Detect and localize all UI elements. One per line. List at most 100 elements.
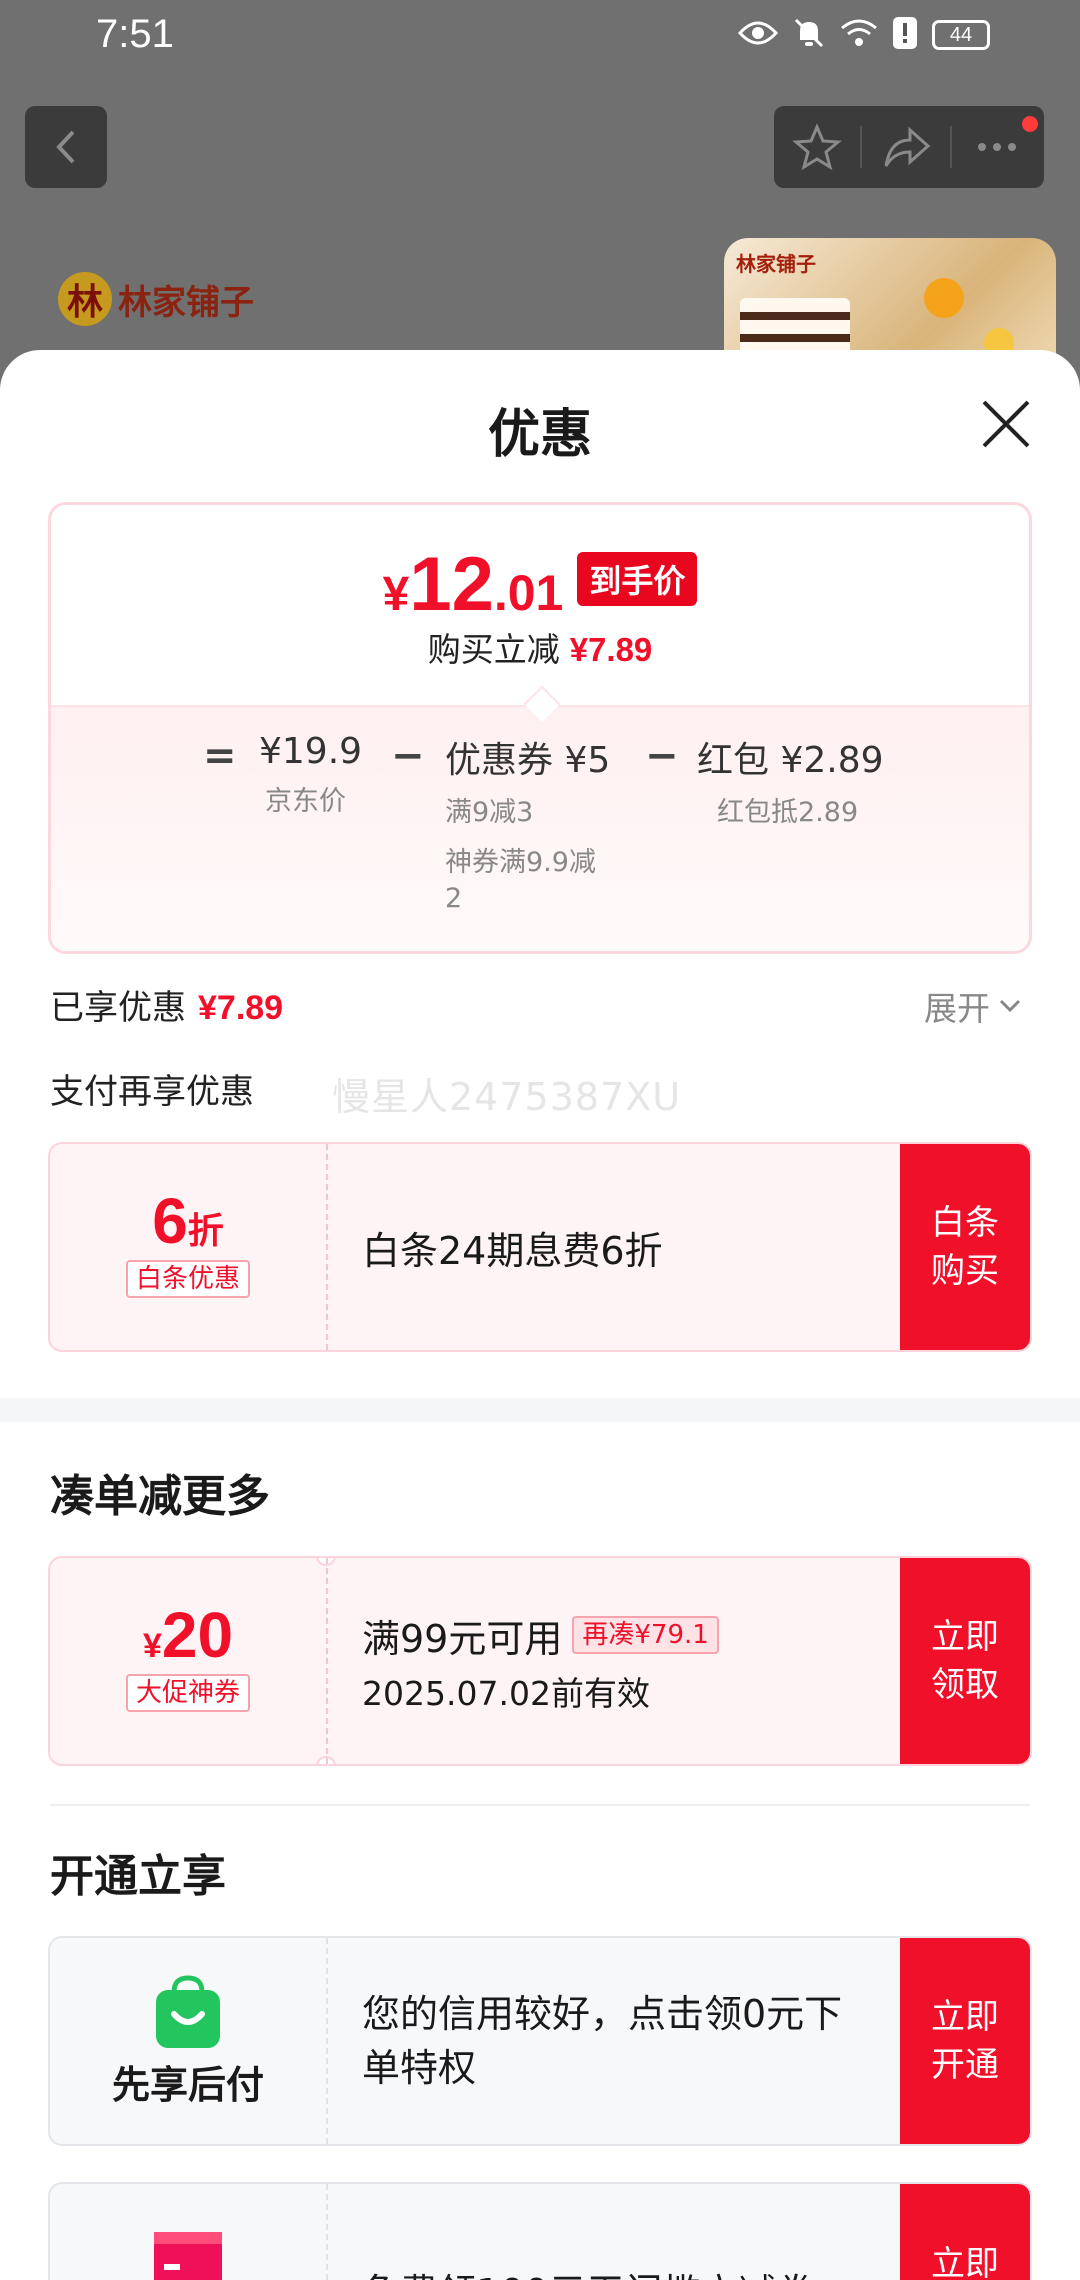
section-title-more: 凑单减更多 [50, 1471, 270, 1522]
discount-bottom-sheet: 优惠 ¥ 12 .01 到手价 购买立减 ¥7.89 = ¥19.9 京东价 − … [0, 350, 1080, 2280]
claim-coupon-button[interactable]: 立即领取 [900, 1558, 1030, 1764]
baitiao-buy-button[interactable]: 白条购买 [900, 1144, 1030, 1350]
chevron-left-icon [56, 130, 75, 164]
status-bar: 7:51 44 [0, 0, 1080, 72]
coupon-divider [326, 1144, 328, 1350]
promo-expiry: 2025.07.02前有效 [362, 1673, 650, 1713]
close-icon [982, 400, 1030, 448]
equals-sign: = [203, 733, 237, 779]
final-price-integer: 12 [409, 542, 494, 627]
chevron-down-icon [999, 999, 1021, 1013]
pay-later-desc: 您的信用较好，点击领0元下单特权 [362, 1992, 843, 2090]
wifi-icon [840, 18, 878, 52]
next-offer-description: 免费领100元无门槛立减券 [362, 2184, 922, 2280]
sheet-title: 优惠 [487, 405, 592, 465]
pay-later-offer[interactable]: 先享后付 您的信用较好，点击领0元下单特权 立即开通 [48, 1936, 1032, 2146]
store-seal: 林 [58, 272, 112, 326]
fruit-decoration [924, 278, 964, 318]
favorite-star-icon[interactable] [792, 122, 842, 172]
coupon-note: 满9减3 [445, 797, 534, 828]
coupon-divider [326, 1938, 328, 2144]
expand-button[interactable]: 展开 [924, 982, 1022, 1030]
shopping-bag-icon [50, 1974, 326, 2050]
divider [950, 126, 952, 168]
top-action-group [774, 106, 1044, 188]
coupon-divider [326, 2184, 328, 2280]
baitiao-tag: 白条优惠 [125, 1260, 250, 1298]
final-price-tag: 到手价 [577, 551, 698, 606]
sim-alert-icon [892, 16, 918, 54]
pay-later-brand: 先享后付 [50, 1938, 326, 2144]
final-price: ¥ 12 .01 到手价 [51, 541, 1029, 628]
battery-icon: 44 [932, 20, 990, 50]
promo-details: 满99元可用 再凑¥79.1 2025.07.02前有效 [362, 1558, 922, 1764]
notification-dot [1022, 116, 1038, 132]
user-watermark: 慢星人2475387XU [332, 1075, 682, 1119]
instant-cut: 购买立减 ¥7.89 [51, 623, 1029, 671]
pay-later-description: 您的信用较好，点击领0元下单特权 [362, 1938, 922, 2144]
promo-amount-block: ¥20 大促神券 [50, 1558, 326, 1764]
promo-tag: 大促神券 [125, 1674, 250, 1712]
redpacket-label: 红包 [697, 740, 770, 781]
enjoyed-label: 已享优惠 [50, 988, 186, 1028]
jd-price-label: 京东价 [265, 786, 346, 817]
baitiao-buy-label: 白条购买 [931, 1203, 999, 1291]
instant-cut-amount: ¥7.89 [569, 631, 653, 668]
redpacket-block: 红包 ¥2.89 红包抵2.89 [697, 731, 884, 831]
section-title-open: 开通立享 [50, 1851, 226, 1902]
promo-condition: 满99元可用 [362, 1616, 563, 1661]
claim-coupon-label: 立即领取 [931, 1617, 999, 1705]
thumb-brand-label: 林家铺子 [736, 252, 816, 276]
redpacket-note: 红包抵2.89 [717, 797, 859, 828]
price-summary-card: ¥ 12 .01 到手价 购买立减 ¥7.89 = ¥19.9 京东价 − 优惠券… [48, 502, 1032, 954]
eye-icon [737, 19, 779, 51]
final-price-decimal: .01 [493, 565, 564, 621]
divider [860, 126, 862, 168]
coupon-label: 优惠券 [445, 740, 554, 781]
open-pay-later-label: 立即开通 [931, 1997, 999, 2085]
baitiao-desc: 白条24期息费6折 [362, 1228, 663, 1273]
minus-sign: − [645, 733, 679, 779]
jd-price-block: ¥19.9 京东价 [259, 731, 362, 820]
more-icon[interactable] [972, 122, 1022, 172]
back-button[interactable] [25, 106, 107, 188]
status-time: 7:51 [96, 12, 174, 56]
jd-price: ¥19.9 [259, 731, 363, 772]
pay-more-label: 支付再享优惠 [50, 1072, 254, 1112]
baitiao-offer[interactable]: 6折 白条优惠 白条24期息费6折 白条购买 [48, 1142, 1032, 1352]
coupon-note: 神券满9.9减 [445, 847, 596, 878]
close-button[interactable] [976, 394, 1036, 454]
mute-bell-icon [792, 16, 826, 54]
promo-amount: 20 [161, 1599, 234, 1671]
discount-number: 6 [152, 1185, 188, 1257]
next-offer-label: 立即 [931, 2244, 999, 2280]
add-more-tag: 再凑¥79.1 [572, 1616, 719, 1654]
baitiao-description: 白条24期息费6折 [362, 1144, 922, 1350]
next-offer-brand [50, 2184, 326, 2280]
store-logo: 林 林家铺子 [58, 272, 254, 326]
divider [50, 1804, 1030, 1806]
instant-cut-label: 购买立减 [427, 630, 560, 669]
store-name: 林家铺子 [118, 282, 254, 323]
redpacket-amount: ¥2.89 [780, 740, 884, 781]
status-icons: 44 [737, 16, 990, 54]
final-price-currency: ¥ [382, 568, 410, 621]
next-offer[interactable]: 免费领100元无门槛立减券 立即 [48, 2182, 1032, 2280]
pay-later-name: 先享后付 [111, 2063, 264, 2107]
next-offer-button[interactable]: 立即 [900, 2184, 1030, 2280]
expand-label: 展开 [924, 989, 990, 1028]
coupon-note: 2 [445, 883, 463, 914]
next-offer-desc: 免费领100元无门槛立减券 [362, 2262, 922, 2280]
open-pay-later-button[interactable]: 立即开通 [900, 1938, 1030, 2144]
discount-unit: 折 [187, 1210, 224, 1251]
coupon-card-icon [50, 2230, 326, 2280]
enjoyed-discount: 已享优惠 ¥7.89 [50, 980, 283, 1029]
baitiao-discount: 6折 白条优惠 [50, 1144, 326, 1350]
coupon-divider [326, 1558, 328, 1764]
promo-coupon[interactable]: ¥20 大促神券 满99元可用 再凑¥79.1 2025.07.02前有效 立即… [48, 1556, 1032, 1766]
enjoyed-amount: ¥7.89 [198, 989, 284, 1027]
promo-currency: ¥ [142, 1627, 162, 1665]
minus-sign: − [391, 733, 425, 779]
section-separator [0, 1398, 1080, 1422]
share-icon[interactable] [882, 122, 932, 172]
